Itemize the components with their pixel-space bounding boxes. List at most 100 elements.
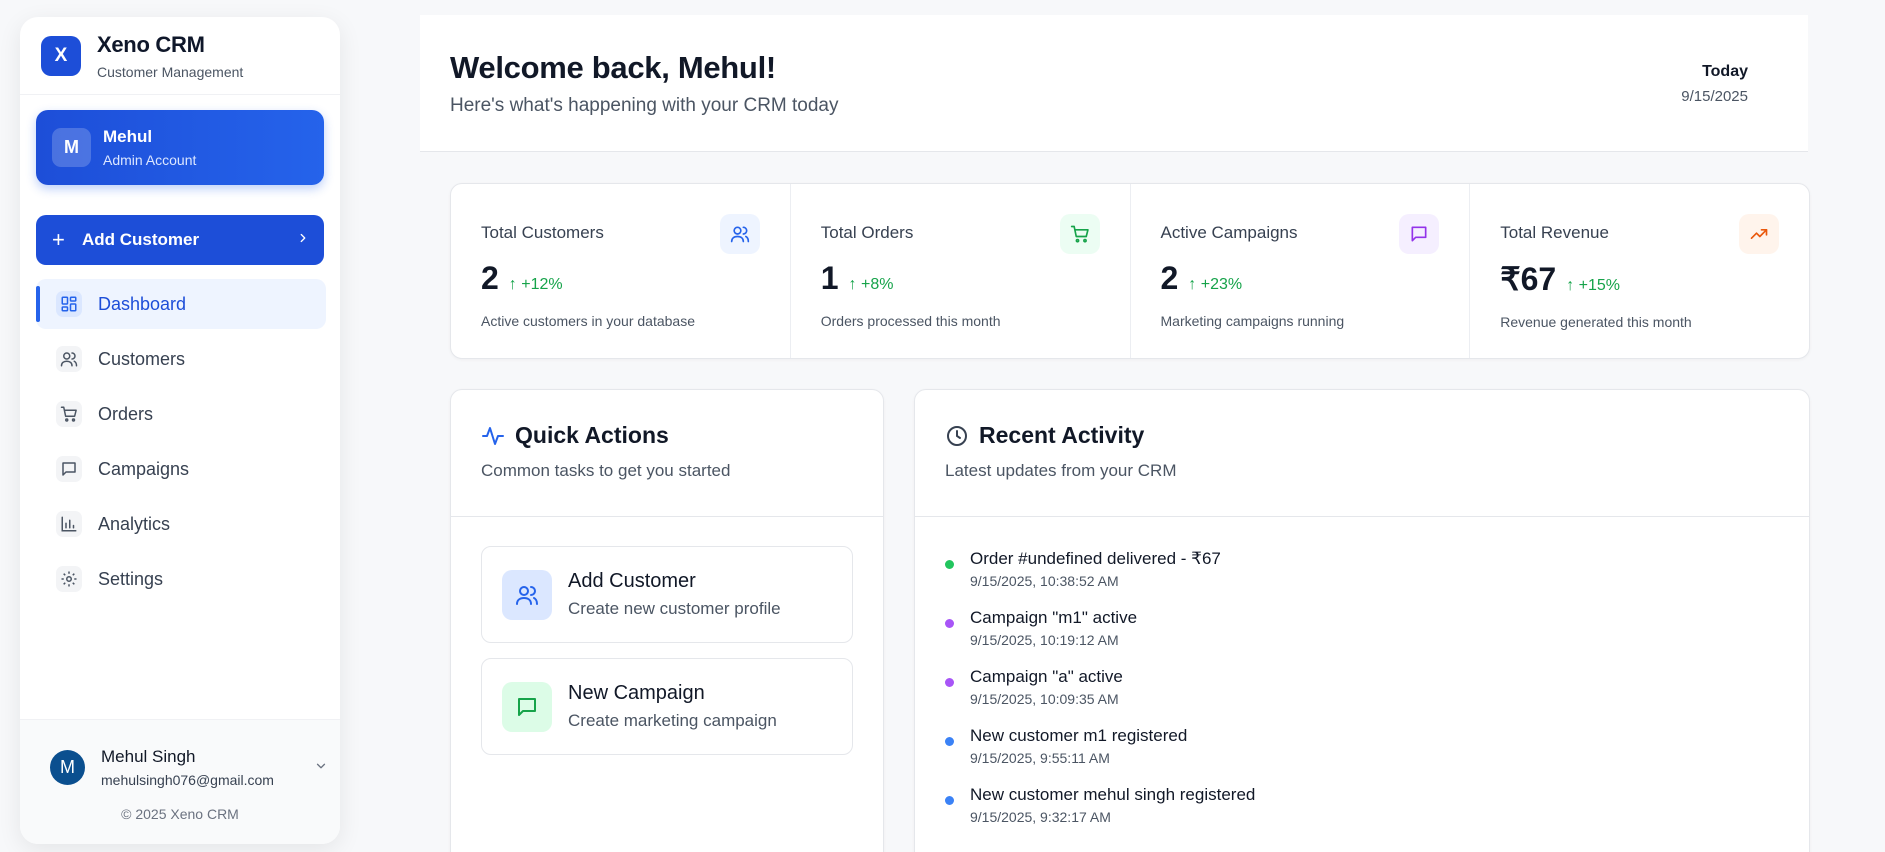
message-icon	[502, 681, 552, 732]
page-header: Welcome back, Mehul! Here's what's happe…	[420, 15, 1808, 152]
quick-action-title: Add Customer	[568, 570, 696, 592]
brand: X Xeno CRM Customer Management	[20, 17, 340, 95]
today-date: 9/15/2025	[1681, 88, 1748, 105]
cart-icon	[1059, 214, 1100, 254]
sidebar-item-campaigns[interactable]: Campaigns	[36, 444, 326, 494]
stat-value: 1	[820, 260, 839, 296]
stat-change: ↑ +8%	[848, 276, 894, 293]
sidebar-item-label: Settings	[98, 568, 164, 589]
avatar: M	[50, 750, 85, 785]
sidebar-item-analytics[interactable]: Analytics	[36, 499, 326, 549]
stat-active-campaigns: Active Campaigns 2 ↑ +23% Marketing camp…	[1131, 184, 1471, 358]
sidebar-item-label: Dashboard	[98, 293, 187, 314]
bar-chart-icon	[56, 511, 82, 537]
account-role: Admin Account	[103, 152, 197, 168]
quick-action-subtitle: Create new customer profile	[568, 599, 781, 618]
quick-actions-subtitle: Common tasks to get you started	[481, 461, 731, 480]
activity-time: 9/15/2025, 10:38:52 AM	[970, 573, 1119, 589]
stat-title: Active Campaigns	[1160, 223, 1298, 242]
stat-description: Active customers in your database	[481, 313, 695, 329]
stat-description: Marketing campaigns running	[1160, 313, 1345, 329]
today-label: Today	[1702, 63, 1748, 80]
message-icon	[1399, 214, 1440, 254]
activity-title: New customer m1 registered	[970, 726, 1188, 745]
grid-icon	[56, 291, 82, 317]
activity-icon	[482, 426, 504, 445]
status-dot	[945, 796, 954, 805]
quick-actions-title: Quick Actions	[481, 422, 853, 449]
copyright: © 2025 Xeno CRM	[121, 806, 239, 822]
activity-list: Order #undefined delivered - ₹67 9/15/20…	[915, 517, 1809, 825]
sidebar-item-dashboard[interactable]: Dashboard	[36, 279, 326, 329]
stat-total-customers: Total Customers 2 ↑ +12% Active customer…	[451, 184, 791, 358]
profile-email: mehulsingh076@gmail.com	[101, 772, 274, 788]
page-title: Welcome back, Mehul!	[450, 50, 776, 85]
status-dot	[945, 737, 954, 746]
list-item: New customer mehul singh registered 9/15…	[945, 785, 1779, 825]
list-item: Order #undefined delivered - ₹67 9/15/20…	[945, 549, 1779, 589]
status-dot	[945, 560, 954, 569]
account-card[interactable]: M Mehul Admin Account	[36, 110, 324, 185]
sidebar-item-label: Orders	[98, 403, 154, 424]
brand-title: Xeno CRM	[97, 31, 205, 57]
activity-time: 9/15/2025, 9:32:17 AM	[970, 809, 1111, 825]
sidebar: X Xeno CRM Customer Management M Mehul A…	[20, 17, 340, 844]
list-item: New customer m1 registered 9/15/2025, 9:…	[945, 726, 1779, 766]
page-subtitle: Here's what's happening with your CRM to…	[450, 95, 839, 116]
account-name: Mehul	[103, 127, 153, 146]
activity-time: 9/15/2025, 10:19:12 AM	[970, 632, 1119, 648]
sidebar-item-settings[interactable]: Settings	[36, 554, 326, 604]
activity-title: Campaign "m1" active	[970, 608, 1138, 627]
arrow-up-icon: ↑	[848, 276, 861, 293]
activity-time: 9/15/2025, 9:55:11 AM	[970, 750, 1110, 766]
cart-icon	[56, 401, 82, 427]
activity-time: 9/15/2025, 10:09:35 AM	[970, 691, 1119, 707]
arrow-up-icon: ↑	[1188, 276, 1201, 293]
stat-change: ↑ +12%	[508, 276, 563, 293]
brand-logo: X	[41, 35, 81, 76]
chevron-down-icon[interactable]	[314, 759, 328, 776]
recent-activity-card: Recent Activity Latest updates from your…	[914, 389, 1810, 852]
gear-icon	[56, 566, 82, 592]
stat-value: 2	[481, 260, 499, 296]
stat-title: Total Orders	[820, 223, 914, 242]
users-icon	[56, 346, 82, 372]
stat-change: ↑ +15%	[1566, 277, 1621, 294]
stat-description: Orders processed this month	[820, 313, 1001, 329]
users-icon	[502, 569, 552, 620]
stat-change: ↑ +23%	[1188, 276, 1243, 293]
add-customer-button[interactable]: + Add Customer	[36, 215, 324, 265]
users-icon	[719, 214, 760, 254]
sidebar-item-label: Analytics	[98, 513, 171, 534]
add-customer-label: Add Customer	[82, 230, 200, 249]
profile-name: Mehul Singh	[101, 747, 196, 766]
list-item: Campaign "m1" active 9/15/2025, 10:19:12…	[945, 608, 1779, 648]
list-item: Campaign "a" active 9/15/2025, 10:09:35 …	[945, 667, 1779, 707]
stat-value: ₹67	[1500, 261, 1557, 297]
sidebar-item-orders[interactable]: Orders	[36, 389, 326, 439]
sidebar-item-label: Campaigns	[98, 458, 190, 479]
clock-icon	[947, 425, 967, 446]
recent-activity-subtitle: Latest updates from your CRM	[945, 461, 1177, 480]
recent-activity-title: Recent Activity	[945, 422, 1779, 449]
sidebar-item-label: Customers	[98, 348, 186, 369]
user-profile-menu[interactable]: M Mehul Singh mehulsingh076@gmail.com	[20, 720, 340, 788]
activity-title: New customer mehul singh registered	[970, 785, 1256, 804]
chevron-right-icon	[296, 231, 310, 250]
quick-action-title: New Campaign	[568, 682, 705, 704]
arrow-up-icon: ↑	[1566, 277, 1579, 294]
activity-title: Order #undefined delivered - ₹67	[970, 549, 1221, 568]
user-profile: M Mehul Singh mehulsingh076@gmail.com © …	[20, 719, 340, 844]
quick-action-add-customer[interactable]: Add Customer Create new customer profile	[481, 546, 853, 643]
trending-up-icon	[1739, 214, 1779, 254]
brand-subtitle: Customer Management	[97, 63, 244, 80]
activity-title: Campaign "a" active	[970, 667, 1123, 686]
quick-action-subtitle: Create marketing campaign	[568, 711, 777, 730]
account-avatar: M	[52, 128, 91, 167]
sidebar-item-customers[interactable]: Customers	[36, 334, 326, 384]
stat-description: Revenue generated this month	[1500, 314, 1692, 330]
stat-total-revenue: Total Revenue ₹67 ↑ +15% Revenue generat…	[1470, 184, 1809, 358]
stat-title: Total Customers	[481, 223, 604, 242]
plus-icon: +	[52, 227, 65, 252]
quick-action-new-campaign[interactable]: New Campaign Create marketing campaign	[481, 658, 853, 755]
